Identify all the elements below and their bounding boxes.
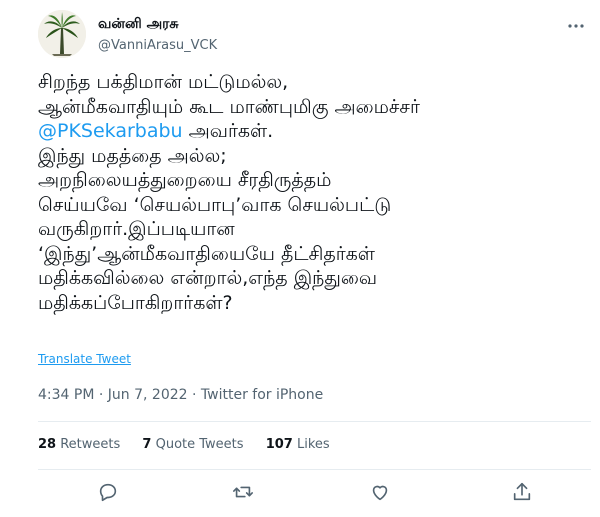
tweet-line: அவர்கள். (182, 120, 274, 142)
tweet-line: மதிக்கப்போகிறார்கள்? (38, 291, 233, 314)
palm-tree-avatar-image (38, 10, 86, 58)
like-icon[interactable] (366, 478, 394, 506)
tweet-line: அறநிலையத்துறையை சீரதிருத்தம் (38, 169, 332, 191)
retweets-label: Retweets (60, 437, 121, 452)
divider (38, 469, 591, 470)
retweet-icon[interactable] (229, 478, 257, 506)
display-name[interactable]: வன்னி அரசு (98, 16, 179, 34)
reply-icon[interactable] (94, 478, 122, 506)
tweet-actions (38, 478, 591, 508)
meta-separator: · (94, 387, 108, 403)
tweet-text: சிறந்த பக்திமான் மட்டுமல்ல, ஆன்மீகவாதியு… (38, 70, 586, 315)
user-handle[interactable]: @VanniArasu_VCK (98, 38, 217, 53)
tweet-time[interactable]: 4:34 PM (38, 387, 94, 403)
likes-count: 107 (265, 437, 293, 452)
retweets-stat[interactable]: 28 Retweets (38, 437, 120, 452)
tweet-line: ஆன்மீகவாதியும் கூட மாண்புமிகு அமைச்சர் (38, 95, 420, 118)
tweet-meta: 4:34 PM · Jun 7, 2022 · Twitter for iPho… (38, 387, 323, 403)
retweets-count: 28 (38, 437, 57, 452)
divider (38, 421, 591, 422)
tweet-stats: 28 Retweets 7 Quote Tweets 107 Likes (38, 437, 348, 452)
likes-label: Likes (296, 437, 330, 452)
tweet-source[interactable]: Twitter for iPhone (201, 387, 323, 403)
tweet-line: வருகிறார்.இப்படியான (38, 218, 235, 240)
quotes-label: Quote Tweets (155, 437, 244, 452)
tweet-line: சிறந்த பக்திமான் மட்டுமல்ல, (38, 71, 289, 93)
share-icon[interactable] (508, 478, 536, 506)
avatar[interactable] (38, 10, 86, 58)
more-icon[interactable] (564, 16, 588, 36)
likes-stat[interactable]: 107 Likes (266, 437, 330, 452)
quote-tweets-stat[interactable]: 7 Quote Tweets (142, 437, 243, 452)
tweet-header: வன்னி அரசு @VanniArasu_VCK (38, 10, 588, 62)
tweet-date[interactable]: Jun 7, 2022 (108, 387, 188, 403)
mention-link[interactable]: @PKSekarbabu (38, 120, 183, 142)
translate-tweet-link[interactable]: Translate Tweet (38, 352, 131, 366)
tweet-line: செய்யவே ‘செயல்பாபு’வாக செயல்பட்டு (38, 193, 392, 216)
tweet-line: இந்து மதத்தை அல்ல; (38, 144, 227, 167)
tweet-line: மதிக்கவில்லை என்றால்,எந்த இந்துவை (38, 267, 378, 289)
quotes-count: 7 (142, 437, 152, 452)
meta-separator: · (187, 387, 201, 403)
tweet-line: ‘இந்து’ஆன்மீகவாதியையே தீட்சிதர்கள் (38, 242, 375, 265)
